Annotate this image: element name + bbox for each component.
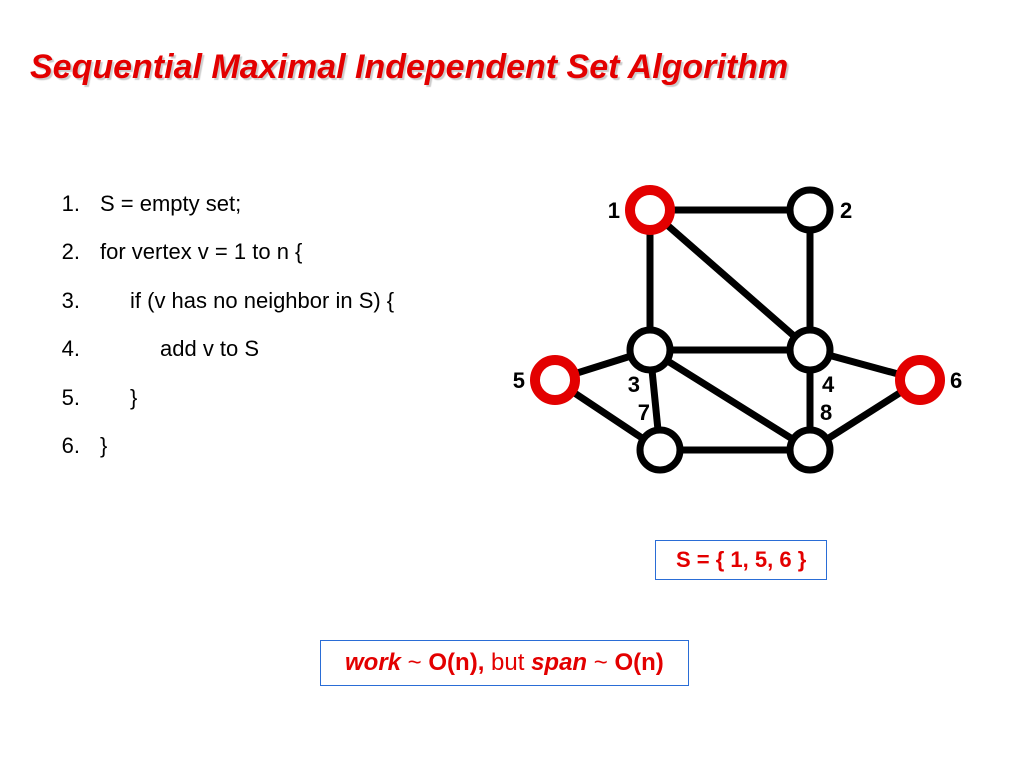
tilde-1: ~ [401, 649, 428, 676]
node-label: 7 [638, 400, 650, 425]
graph-edge [650, 210, 810, 350]
line-text: } [100, 422, 107, 470]
algo-line: 6.} [40, 422, 394, 470]
line-number: 4. [40, 325, 100, 373]
algo-line: 1.S = empty set; [40, 180, 394, 228]
result-set-box: S = { 1, 5, 6 } [655, 540, 827, 580]
line-text: } [100, 374, 137, 422]
line-number: 1. [40, 180, 100, 228]
work-value: O(n), [428, 649, 484, 676]
line-number: 5. [40, 374, 100, 422]
algo-line: 5.} [40, 374, 394, 422]
span-label: span [531, 649, 587, 676]
node-label: 3 [628, 372, 640, 397]
algo-line: 2.for vertex v = 1 to n { [40, 228, 394, 276]
node-label: 8 [820, 400, 832, 425]
graph-node [640, 430, 680, 470]
line-number: 3. [40, 277, 100, 325]
node-label: 2 [840, 198, 852, 223]
algo-line: 3.if (v has no neighbor in S) { [40, 277, 394, 325]
graph-node [790, 190, 830, 230]
node-label: 6 [950, 368, 962, 393]
but-text: but [484, 649, 531, 676]
algorithm-listing: 1.S = empty set;2.for vertex v = 1 to n … [40, 180, 394, 470]
work-label: work [345, 649, 401, 676]
graph-node [790, 330, 830, 370]
line-text: S = empty set; [100, 180, 241, 228]
span-value: O(n) [614, 649, 663, 676]
complexity-box: work ~ O(n), but span ~ O(n) [320, 640, 689, 686]
line-text: if (v has no neighbor in S) { [100, 277, 394, 325]
algo-line: 4.add v to S [40, 325, 394, 373]
slide-title: Sequential Maximal Independent Set Algor… [30, 48, 788, 87]
line-text: add v to S [100, 325, 259, 373]
graph-node [535, 360, 575, 400]
graph-node [630, 190, 670, 230]
graph-node [630, 330, 670, 370]
node-label: 5 [513, 368, 525, 393]
node-label: 4 [822, 372, 835, 397]
node-label: 1 [608, 198, 620, 223]
line-number: 2. [40, 228, 100, 276]
line-number: 6. [40, 422, 100, 470]
graph-node [790, 430, 830, 470]
tilde-2: ~ [587, 649, 614, 676]
graph-node [900, 360, 940, 400]
line-text: for vertex v = 1 to n { [100, 228, 302, 276]
graph-diagram: 1 2 3 4 5 6 7 8 [500, 170, 1000, 500]
